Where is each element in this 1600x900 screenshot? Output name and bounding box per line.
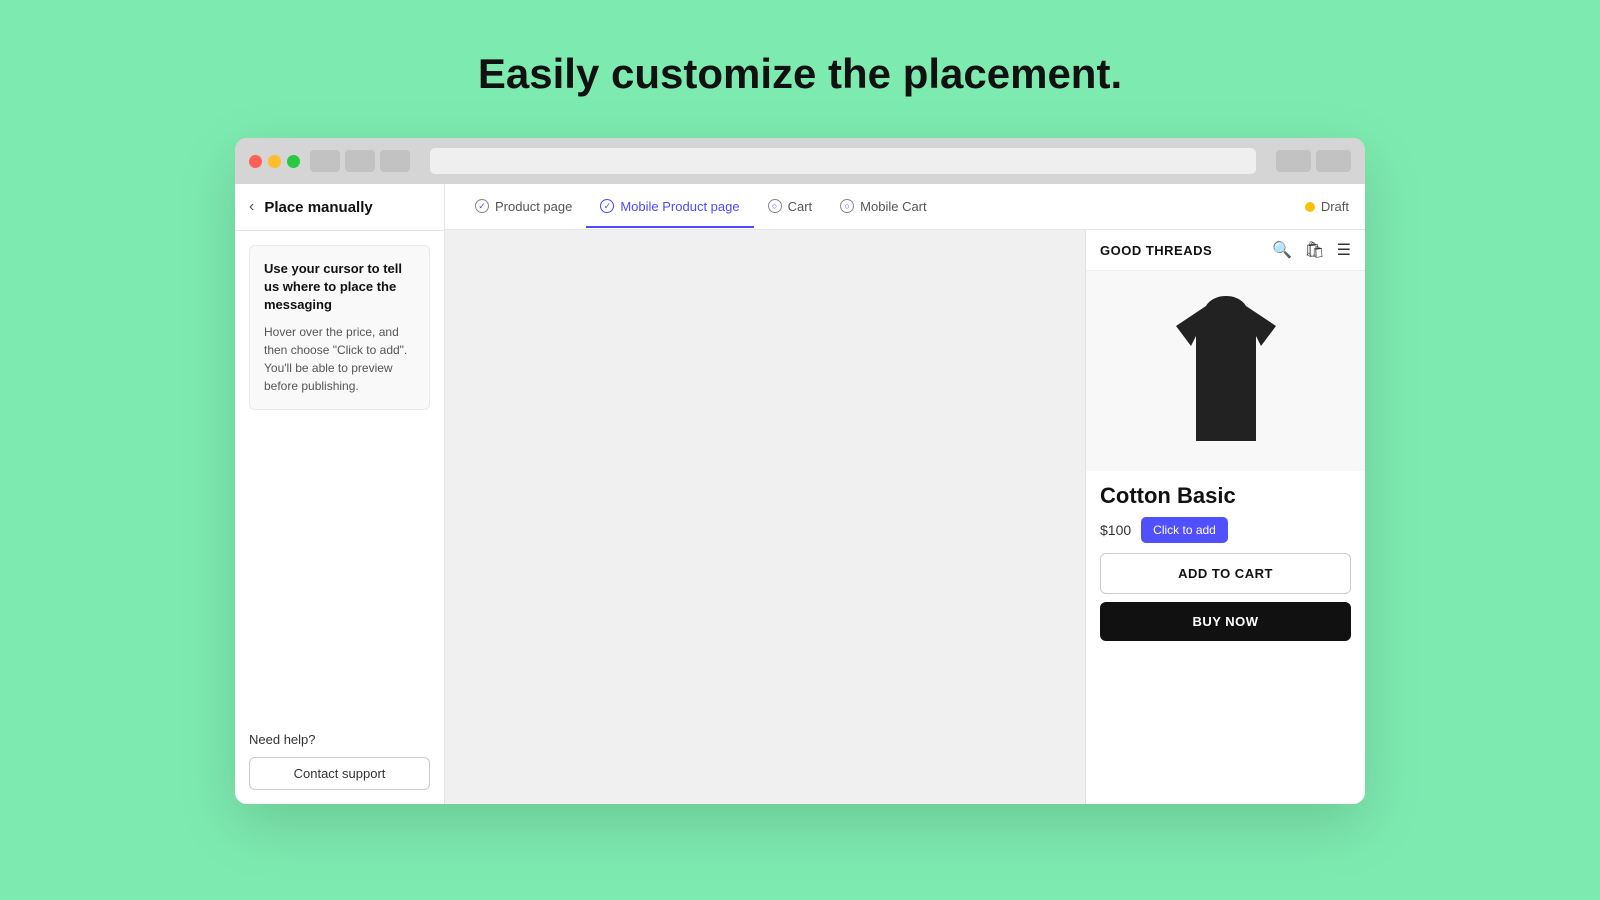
back-arrow-icon[interactable]: ‹ — [249, 198, 254, 216]
price-row: $100 Click to add — [1100, 517, 1351, 543]
tab-product-page[interactable]: ✓ Product page — [461, 187, 586, 228]
mobile-store-header: GOOD THREADS 🔍 🛍 ☰ — [1086, 230, 1365, 271]
url-bar[interactable] — [430, 148, 1256, 174]
sidebar-info-title: Use your cursor to tell us where to plac… — [264, 260, 415, 315]
browser-content: ‹ Place manually Use your cursor to tell… — [235, 184, 1365, 804]
traffic-lights — [249, 155, 300, 168]
sidebar-info-box: Use your cursor to tell us where to plac… — [249, 245, 430, 410]
store-name: GOOD THREADS — [1100, 243, 1212, 258]
maximize-button-green[interactable] — [287, 155, 300, 168]
browser-window: ‹ Place manually Use your cursor to tell… — [235, 138, 1365, 804]
forward-browser-btn[interactable] — [345, 150, 375, 172]
tab-cart-label: Cart — [788, 199, 813, 214]
product-price: $100 — [1100, 522, 1131, 538]
browser-right-btn-2[interactable] — [1316, 150, 1351, 172]
tab-check-icon-cart: ○ — [768, 199, 782, 213]
mobile-product-info: Cotton Basic $100 Click to add ADD TO CA… — [1086, 471, 1365, 653]
click-to-add-button[interactable]: Click to add — [1141, 517, 1228, 543]
search-icon[interactable]: 🔍 — [1272, 240, 1292, 260]
tab-mobile-product-page-label: Mobile Product page — [620, 199, 739, 214]
preview-area: GOOD THREADS 🔍 🛍 ☰ — [445, 230, 1365, 804]
main-area: ✓ Product page ✓ Mobile Product page ○ C… — [445, 184, 1365, 804]
draft-dot-icon — [1305, 202, 1315, 212]
tabs-bar: ✓ Product page ✓ Mobile Product page ○ C… — [445, 184, 1365, 230]
preview-left-empty — [445, 230, 1085, 804]
cart-icon[interactable]: 🛍 — [1304, 240, 1324, 260]
mobile-header-icons: 🔍 🛍 ☰ — [1272, 240, 1351, 260]
menu-icon[interactable]: ☰ — [1337, 240, 1351, 260]
help-label: Need help? — [249, 732, 430, 747]
mobile-product-preview: GOOD THREADS 🔍 🛍 ☰ — [1085, 230, 1365, 804]
sidebar-header: ‹ Place manually — [235, 184, 444, 231]
sidebar-title: Place manually — [264, 199, 372, 216]
minimize-button-yellow[interactable] — [268, 155, 281, 168]
browser-nav-buttons — [310, 150, 410, 172]
draft-label: Draft — [1321, 199, 1349, 214]
sidebar-info-text: Hover over the price, and then choose "C… — [264, 323, 415, 395]
close-button-red[interactable] — [249, 155, 262, 168]
tab-mobile-product-page[interactable]: ✓ Mobile Product page — [586, 187, 753, 228]
tab-check-icon-mobile-product: ✓ — [600, 199, 614, 213]
browser-right-btn-1[interactable] — [1276, 150, 1311, 172]
tshirt-svg — [1156, 291, 1296, 451]
tab-check-icon-product: ✓ — [475, 199, 489, 213]
tab-product-page-label: Product page — [495, 199, 572, 214]
sidebar: ‹ Place manually Use your cursor to tell… — [235, 184, 445, 804]
product-image — [1086, 271, 1365, 471]
page-heading: Easily customize the placement. — [478, 50, 1122, 98]
tab-cart[interactable]: ○ Cart — [754, 187, 827, 228]
refresh-browser-btn[interactable] — [380, 150, 410, 172]
tabs-right: Draft — [1305, 199, 1349, 214]
tab-mobile-cart[interactable]: ○ Mobile Cart — [826, 187, 940, 228]
tab-check-icon-mobile-cart: ○ — [840, 199, 854, 213]
browser-chrome — [235, 138, 1365, 184]
sidebar-help: Need help? Contact support — [235, 718, 444, 804]
product-name: Cotton Basic — [1100, 483, 1351, 509]
back-browser-btn[interactable] — [310, 150, 340, 172]
tab-mobile-cart-label: Mobile Cart — [860, 199, 926, 214]
add-to-cart-button[interactable]: ADD TO CART — [1100, 553, 1351, 594]
sidebar-spacer — [235, 424, 444, 718]
buy-now-button[interactable]: BUY NOW — [1100, 602, 1351, 641]
contact-support-button[interactable]: Contact support — [249, 757, 430, 790]
browser-right-buttons — [1276, 150, 1351, 172]
